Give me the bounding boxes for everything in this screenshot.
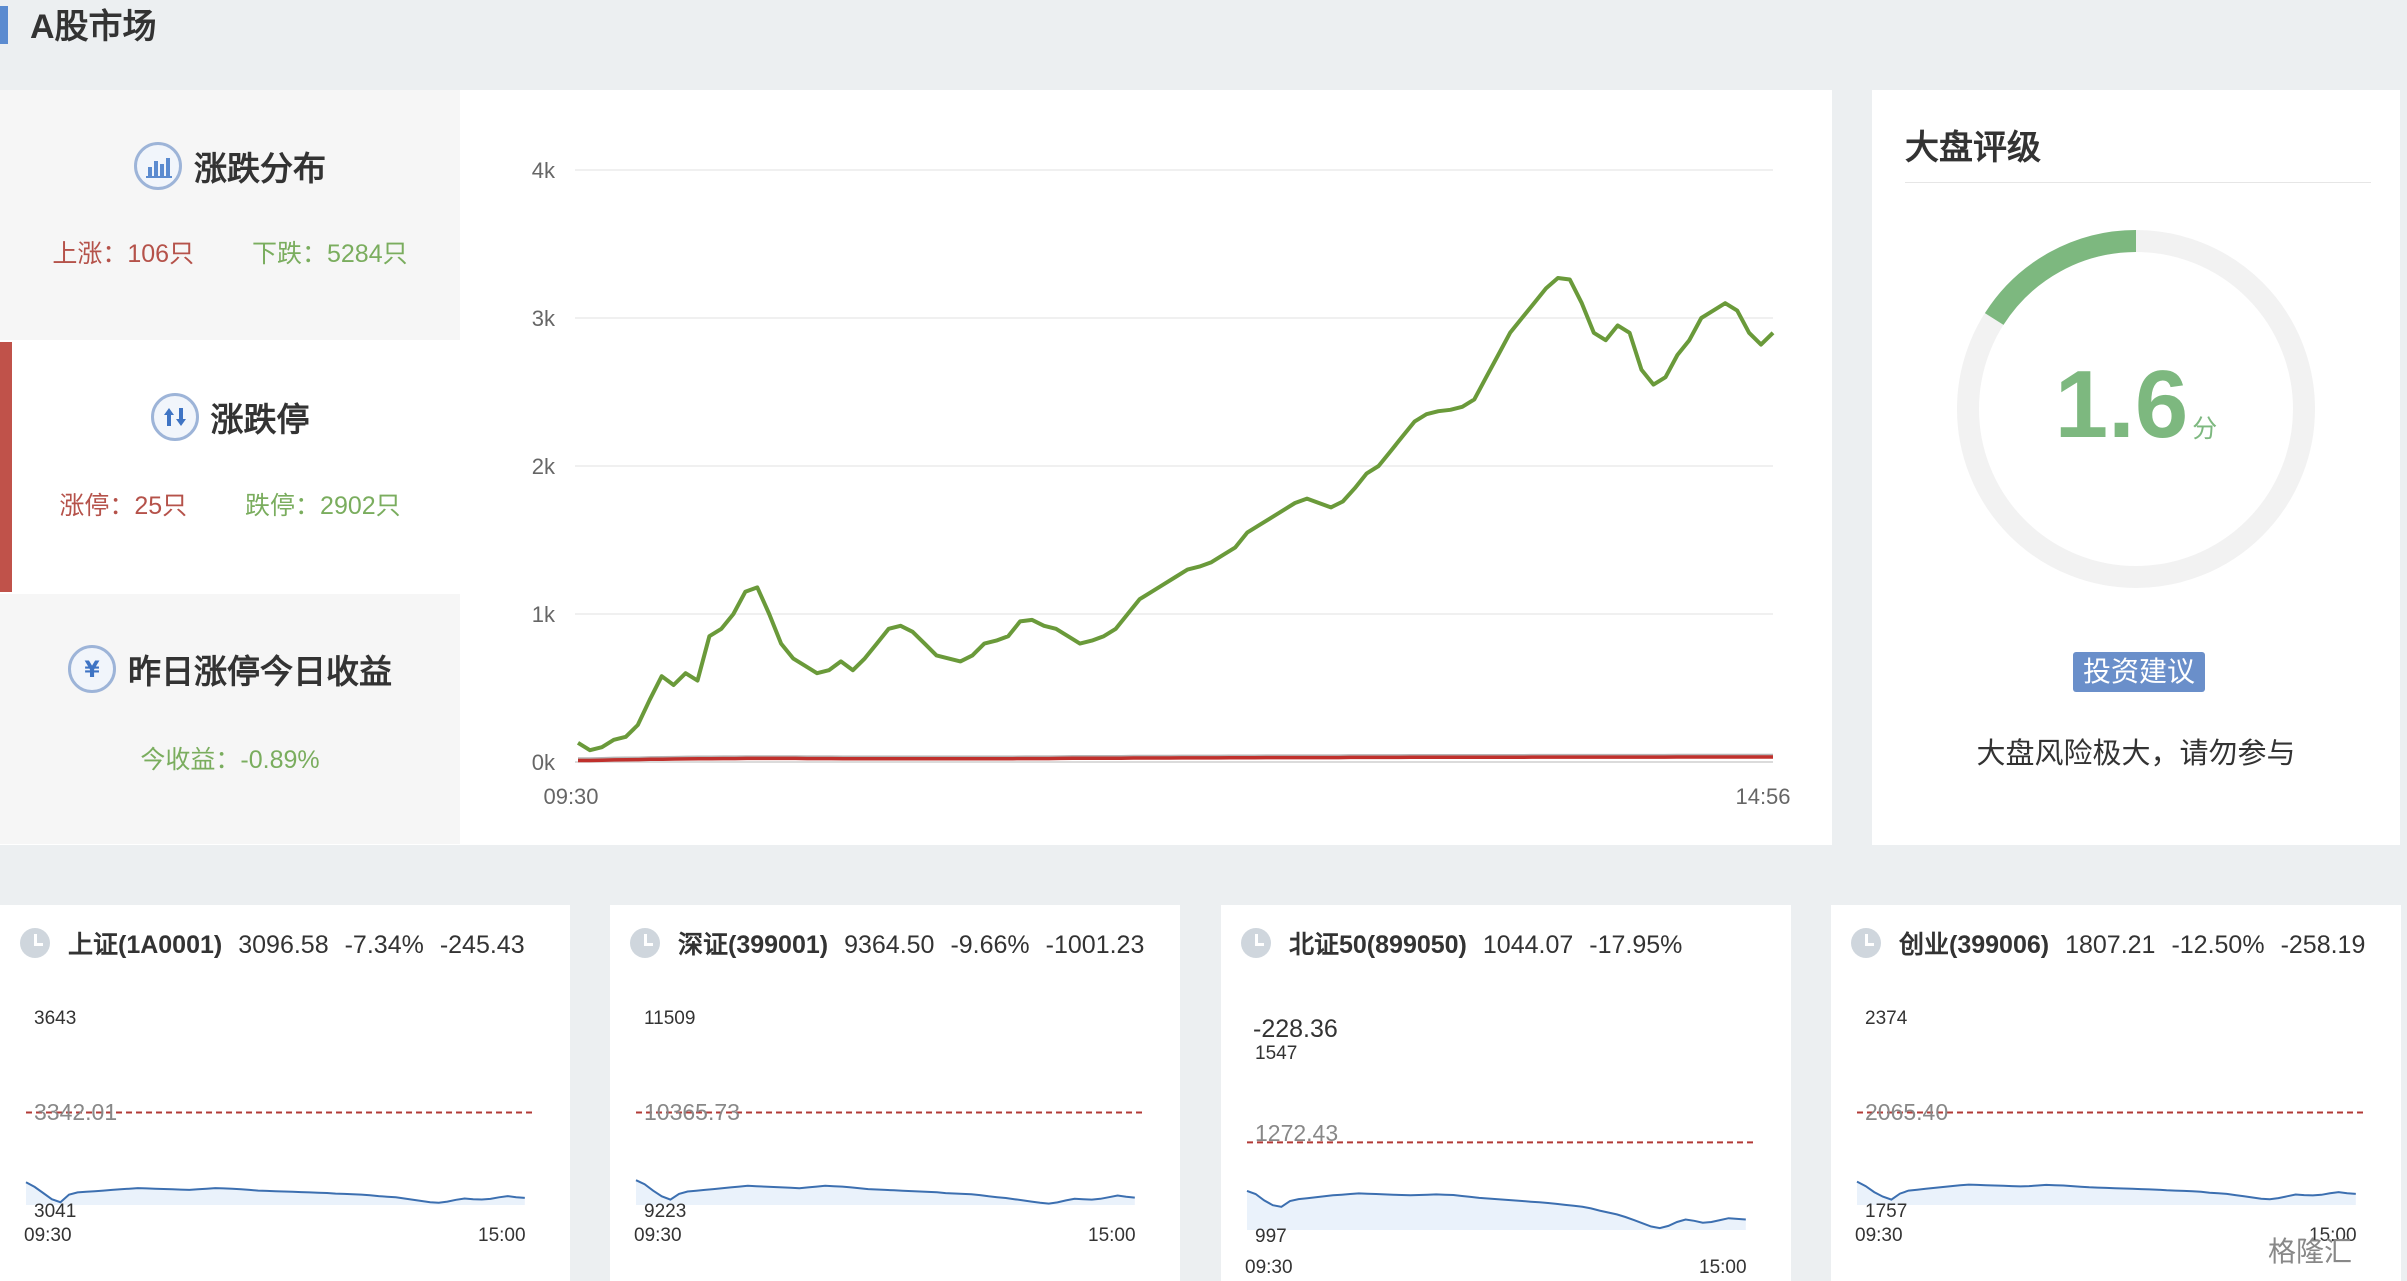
- up-count: 上涨：106只: [52, 240, 195, 268]
- watermark-text: 格隆汇: [2268, 1236, 2353, 1267]
- gauge-progress-arc: [1984, 230, 2137, 326]
- index-mini-chart: [1246, 1141, 1756, 1230]
- advice-badge[interactable]: 投资建议: [2073, 652, 2206, 692]
- y-top-label: 3643: [34, 1008, 77, 1029]
- stat-limit-title: 涨跌停: [0, 393, 460, 441]
- bar-chart-icon: [134, 142, 182, 190]
- svg-text:¥: ¥: [84, 658, 100, 683]
- active-tab-indicator: [0, 342, 12, 592]
- y-tick-label: 4k: [532, 158, 556, 183]
- time-start-label: 09:30: [24, 1225, 72, 1246]
- stat-yesterday-title: ¥ 昨日涨停今日收益: [0, 645, 460, 693]
- y-tick-label: 2k: [532, 454, 556, 479]
- index-card[interactable]: 创业(399006) 1807.21 -12.50% -258.19 2374 2065.…: [1831, 905, 2401, 1281]
- stat-limit-label: 涨跌停: [210, 401, 310, 438]
- green-series-line: [576, 276, 1775, 753]
- time-start-label: 09:30: [1245, 1257, 1293, 1278]
- y-top-label: 1547: [1255, 1043, 1298, 1064]
- area-fill: [1857, 1181, 2356, 1205]
- stat-tab-limit[interactable]: [0, 342, 460, 592]
- x-tick-label: 14:56: [1735, 784, 1790, 809]
- y-tick-label: 0k: [532, 750, 556, 775]
- red-series-line: [578, 755, 1773, 763]
- rating-score: 1.6 分: [1872, 355, 2400, 479]
- time-start-label: 09:30: [634, 1225, 682, 1246]
- y-tick-label: 1k: [532, 602, 556, 627]
- down-count: 下跌：5284只: [252, 240, 408, 268]
- time-start-label: 09:30: [1855, 1225, 1903, 1246]
- stat-distribution-title: 涨跌分布: [0, 142, 460, 190]
- y-bottom-label: 1757: [1865, 1201, 1908, 1222]
- limit-up-count: 涨停：25只: [59, 492, 188, 520]
- index-card[interactable]: 北证50(899050) 1044.07 -17.95% -228.36 1547 127…: [1221, 905, 1791, 1281]
- y-bottom-label: 9223: [644, 1201, 687, 1222]
- rating-divider: [1905, 182, 2371, 183]
- rating-score-value: 1.6: [2054, 351, 2189, 458]
- stat-distribution-values: 上涨：106只 下跌：5284只: [0, 234, 460, 270]
- yen-icon: ¥: [68, 645, 116, 693]
- up-down-arrows-icon: [150, 393, 199, 441]
- time-end-label: 15:00: [478, 1225, 526, 1246]
- time-end-label: 15:00: [1088, 1225, 1136, 1246]
- y-top-label: 2374: [1865, 1008, 1908, 1029]
- title-accent: [0, 6, 8, 44]
- stat-distribution-label: 涨跌分布: [194, 150, 326, 187]
- x-tick-label: 09:30: [543, 784, 598, 809]
- limit-down-count: 跌停：2902只: [245, 492, 401, 520]
- stat-yesterday-values: 今收益：-0.89%: [0, 740, 460, 776]
- main-line-chart: 0k 1k 2k 3k 4k 09:30 14:56: [532, 158, 1791, 809]
- y-ref-label: 10365.73: [644, 1099, 740, 1125]
- rating-score-unit: 分: [2192, 415, 2218, 443]
- advice-text: 大盘风险极大，请勿参与: [1976, 738, 2296, 770]
- stat-tab-distribution[interactable]: [0, 90, 460, 340]
- y-ref-label: 1272.43: [1255, 1120, 1339, 1146]
- index-card[interactable]: 上证(1A0001) 3096.58 -7.34% -245.43 3643 3342.0…: [0, 905, 570, 1281]
- time-end-label: 15:00: [1699, 1257, 1747, 1278]
- index-card[interactable]: 深证(399001) 9364.50 -9.66% -1001.23 11509 1036…: [610, 905, 1180, 1281]
- y-bottom-label: 3041: [34, 1201, 77, 1222]
- stat-tab-yesterday-limit[interactable]: [0, 594, 460, 844]
- rating-title: 大盘评级: [1905, 129, 2041, 167]
- page-title: A股市场: [30, 8, 157, 46]
- stat-limit-values: 涨停：25只 跌停：2902只: [0, 486, 460, 522]
- y-ref-label: 2065.40: [1865, 1099, 1949, 1125]
- y-bottom-label: 997: [1255, 1226, 1287, 1247]
- y-ref-label: 3342.01: [34, 1099, 118, 1125]
- y-top-label: 11509: [644, 1008, 696, 1029]
- y-tick-label: 3k: [532, 306, 556, 331]
- today-return: 今收益：-0.89%: [140, 746, 320, 774]
- stat-yesterday-label: 昨日涨停今日收益: [128, 653, 392, 690]
